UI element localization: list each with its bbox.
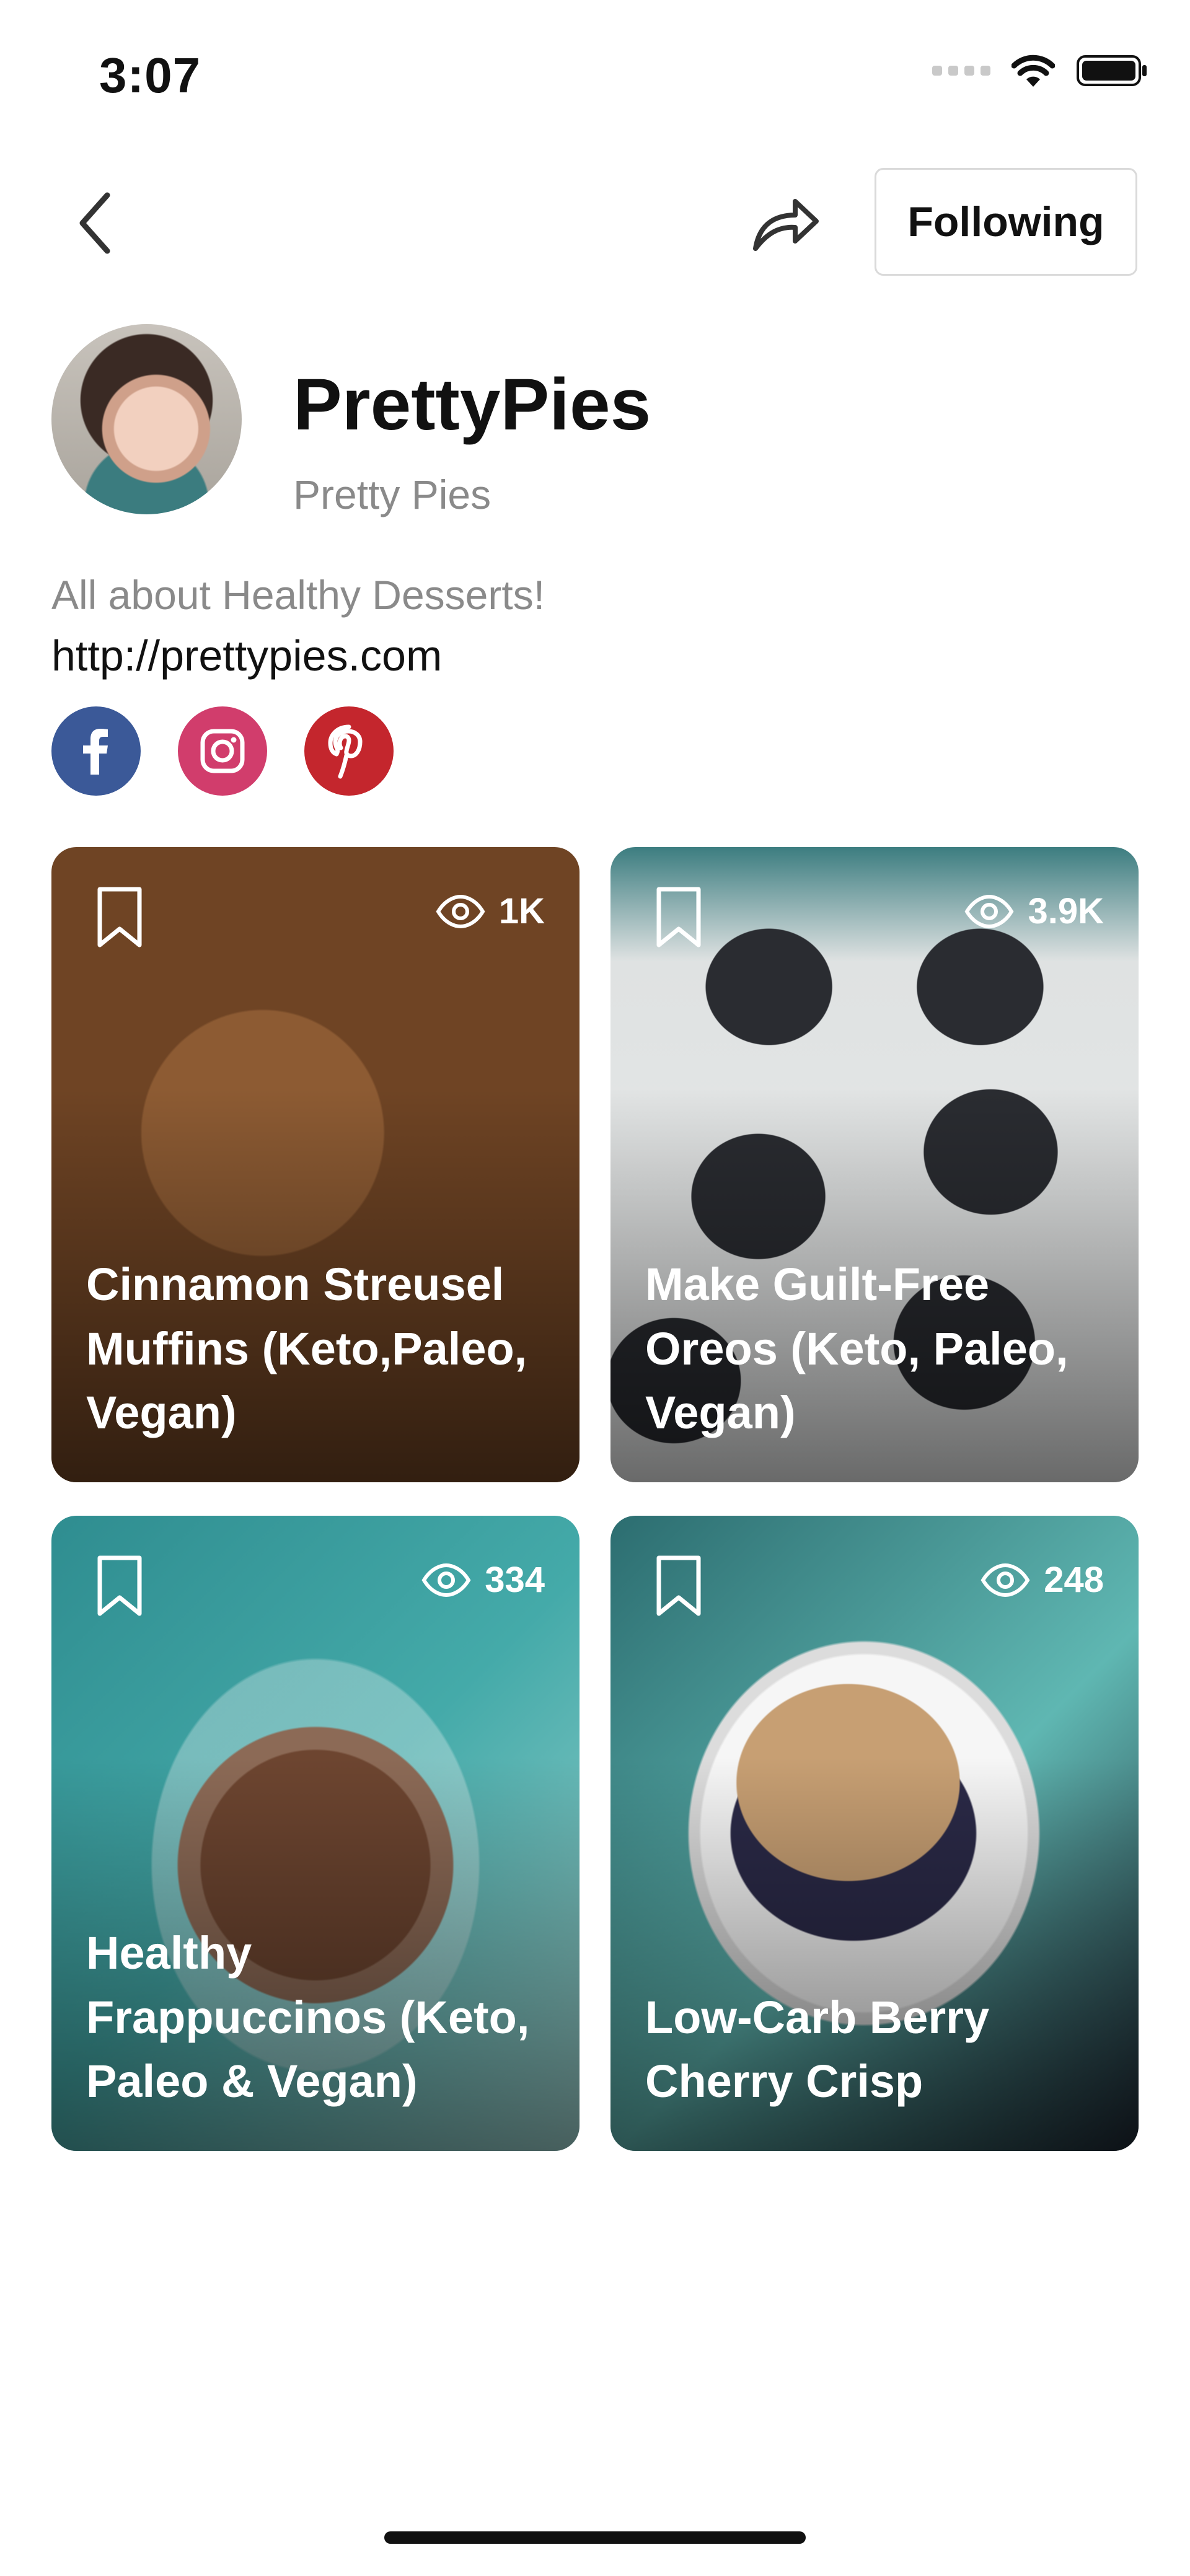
pinterest-icon [328,724,363,779]
social-links [51,706,394,796]
battery-icon [1077,55,1147,86]
view-count: 3.9K [964,890,1104,932]
eye-icon [964,894,1014,928]
view-count-label: 1K [498,891,545,931]
recipe-card[interactable]: 334 Healthy Frappuccinos (Keto, Paleo & … [51,1516,580,2151]
wifi-icon [1011,55,1055,87]
recipe-title: Cinnamon Streusel Muffins (Keto,Paleo, V… [86,1259,527,1439]
eye-icon [981,1563,1030,1597]
view-count: 334 [421,1559,545,1601]
recipe-card[interactable]: 248 Low-Carb Berry Cherry Crisp [610,1516,1139,2151]
facebook-button[interactable] [51,706,141,796]
bookmark-icon[interactable] [95,1554,144,1617]
profile-website-link[interactable]: http://prettypies.com [51,631,442,680]
view-count-label: 334 [485,1560,545,1600]
view-count: 248 [981,1559,1104,1601]
recipe-card[interactable]: 1K Cinnamon Streusel Muffins (Keto,Paleo… [51,847,580,1482]
view-count-label: 248 [1044,1560,1104,1600]
profile-username: PrettyPies [293,364,651,446]
recipe-title: Healthy Frappuccinos (Keto, Paleo & Vega… [86,1927,530,2108]
view-count-label: 3.9K [1028,891,1104,931]
bookmark-icon[interactable] [654,1554,703,1617]
recipe-title: Low-Carb Berry Cherry Crisp [645,1991,990,2108]
instagram-button[interactable] [178,706,267,796]
instagram-icon [200,729,245,773]
share-icon[interactable] [747,189,821,257]
recipe-title: Make Guilt-Free Oreos (Keto, Paleo, Vega… [645,1259,1069,1439]
bookmark-icon[interactable] [95,886,144,949]
recipe-card[interactable]: 3.9K Make Guilt-Free Oreos (Keto, Paleo,… [610,847,1139,1482]
following-button[interactable]: Following [875,168,1137,276]
cellular-signal-icon [932,66,990,76]
facebook-icon [83,729,108,775]
avatar[interactable] [51,324,242,514]
eye-icon [421,1563,471,1597]
profile-display-name: Pretty Pies [293,472,491,517]
pinterest-button[interactable] [304,706,394,796]
bookmark-icon[interactable] [654,886,703,949]
eye-icon [436,894,485,928]
back-chevron-icon[interactable] [71,189,121,257]
status-time: 3:07 [99,48,201,103]
view-count: 1K [436,890,545,932]
status-icons [932,53,1149,88]
home-indicator[interactable] [384,2531,806,2544]
profile-bio: All about Healthy Desserts! [51,572,545,618]
